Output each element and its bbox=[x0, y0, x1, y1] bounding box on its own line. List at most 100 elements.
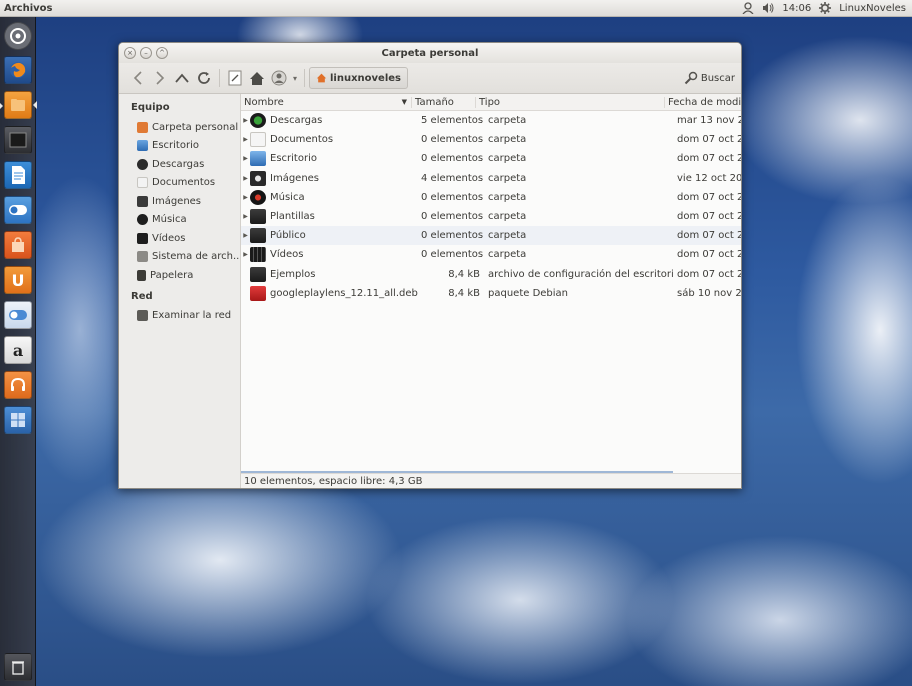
file-date: dom 07 oct 201 bbox=[677, 230, 741, 242]
places-dropdown-icon[interactable]: ▾ bbox=[290, 67, 300, 89]
sidebar-item-browse-network[interactable]: Examinar la red bbox=[119, 307, 240, 326]
network-icon bbox=[137, 310, 148, 322]
sidebar-item-label: Vídeos bbox=[152, 232, 186, 244]
file-type: carpeta bbox=[488, 249, 527, 261]
sidebar-item-videos[interactable]: Vídeos bbox=[119, 229, 240, 248]
edit-location-icon[interactable] bbox=[224, 67, 246, 89]
sidebar-item-documents[interactable]: Documentos bbox=[119, 174, 240, 193]
file-type: carpeta bbox=[488, 153, 527, 165]
clock[interactable]: 14:06 bbox=[782, 3, 811, 14]
trash-icon bbox=[137, 269, 146, 281]
sidebar-item-downloads[interactable]: Descargas bbox=[119, 155, 240, 174]
window-titlebar[interactable]: × – ^ Carpeta personal bbox=[119, 43, 741, 63]
toolbar-separator bbox=[304, 69, 305, 87]
file-date: dom 07 oct 201 bbox=[677, 249, 741, 261]
table-row[interactable]: ▶ Plantillas 0 elementos carpeta dom 07 … bbox=[241, 207, 741, 226]
file-name: Descargas bbox=[270, 115, 323, 127]
public-folder-icon bbox=[250, 228, 266, 244]
table-row[interactable]: googleplaylens_12.11_all.deb 8,4 kB paqu… bbox=[241, 284, 741, 303]
file-type: carpeta bbox=[488, 115, 527, 127]
debian-package-icon bbox=[250, 285, 266, 301]
file-size: 4 elementos bbox=[421, 172, 484, 184]
writer-document-icon[interactable] bbox=[4, 161, 32, 189]
amazon-icon[interactable]: a bbox=[4, 336, 32, 364]
workspace-switcher-icon[interactable] bbox=[4, 406, 32, 434]
dash-home-icon[interactable] bbox=[4, 22, 32, 50]
location-breadcrumb-home[interactable]: linuxnoveles bbox=[309, 67, 408, 89]
file-type: carpeta bbox=[488, 230, 527, 242]
sidebar-item-home[interactable]: Carpeta personal bbox=[119, 118, 240, 137]
file-size: 8,4 kB bbox=[448, 287, 480, 299]
expander-arrow-icon[interactable]: ▶ bbox=[241, 213, 250, 220]
close-button[interactable]: × bbox=[124, 47, 136, 59]
reload-button[interactable] bbox=[193, 67, 215, 89]
file-name-cell: Imágenes bbox=[250, 170, 421, 186]
sidebar-item-filesystem[interactable]: Sistema de arch... bbox=[119, 248, 240, 267]
column-header-name[interactable]: Nombre ▼ bbox=[241, 96, 412, 108]
ubuntu-one-icon[interactable]: U bbox=[4, 266, 32, 294]
file-name: Música bbox=[270, 191, 305, 203]
file-name-cell: Plantillas bbox=[250, 209, 421, 225]
table-row[interactable]: ▶ Descargas 5 elementos carpeta mar 13 n… bbox=[241, 111, 741, 130]
file-size: 0 elementos bbox=[421, 230, 484, 242]
file-size: 0 elementos bbox=[421, 211, 484, 223]
file-name: Plantillas bbox=[270, 211, 315, 223]
user-presence-icon[interactable] bbox=[742, 2, 754, 15]
files-folder-icon[interactable] bbox=[4, 91, 32, 119]
sidebar-item-label: Examinar la red bbox=[152, 310, 232, 322]
sidebar-item-label: Escritorio bbox=[152, 140, 199, 152]
music-headphones-icon[interactable] bbox=[4, 371, 32, 399]
expander-arrow-icon[interactable]: ▶ bbox=[241, 155, 250, 162]
column-header-date[interactable]: Fecha de modif bbox=[665, 97, 741, 108]
file-size: 0 elementos bbox=[421, 191, 484, 203]
volume-icon[interactable] bbox=[762, 2, 774, 14]
table-row[interactable]: ▶ Música 0 elementos carpeta dom 07 oct … bbox=[241, 188, 741, 207]
expander-arrow-icon[interactable]: ▶ bbox=[241, 136, 250, 143]
table-row[interactable]: ▶ Público 0 elementos carpeta dom 07 oct… bbox=[241, 226, 741, 246]
sidebar-item-label: Sistema de arch... bbox=[152, 251, 240, 263]
search-label: Buscar bbox=[700, 72, 735, 84]
back-button[interactable] bbox=[127, 67, 149, 89]
download-icon bbox=[137, 158, 148, 170]
expander-arrow-icon[interactable]: ▶ bbox=[241, 194, 250, 201]
up-button[interactable] bbox=[171, 67, 193, 89]
file-name-cell: Documentos bbox=[250, 132, 421, 148]
table-row[interactable]: ▶ Escritorio 0 elementos carpeta dom 07 … bbox=[241, 149, 741, 168]
column-header-type[interactable]: Tipo bbox=[476, 96, 665, 108]
forward-button[interactable] bbox=[149, 67, 171, 89]
home-icon[interactable] bbox=[246, 67, 268, 89]
window-title: Carpeta personal bbox=[381, 47, 479, 59]
expander-arrow-icon[interactable]: ▶ bbox=[241, 251, 250, 258]
table-row[interactable]: ▶ Vídeos 0 elementos carpeta dom 07 oct … bbox=[241, 245, 741, 264]
file-type: carpeta bbox=[488, 134, 527, 146]
search-button[interactable]: Buscar bbox=[684, 71, 735, 85]
sidebar-item-music[interactable]: Música bbox=[119, 211, 240, 230]
location-label: linuxnoveles bbox=[330, 72, 401, 84]
user-places-icon[interactable] bbox=[268, 67, 290, 89]
settings-toggle-icon[interactable] bbox=[4, 301, 32, 329]
table-row[interactable]: ▶ Imágenes 4 elementos carpeta vie 12 oc… bbox=[241, 169, 741, 188]
user-name[interactable]: LinuxNoveles bbox=[839, 3, 906, 14]
toggle-app-icon[interactable] bbox=[4, 196, 32, 224]
expander-arrow-icon[interactable]: ▶ bbox=[241, 117, 250, 124]
sidebar-item-pictures[interactable]: Imágenes bbox=[119, 192, 240, 211]
table-row[interactable]: ▶ Documentos 0 elementos carpeta dom 07 … bbox=[241, 130, 741, 149]
launcher: U a bbox=[0, 17, 37, 686]
sidebar-item-trash[interactable]: Papelera bbox=[119, 266, 240, 285]
indicator-area: 14:06 LinuxNoveles bbox=[742, 2, 906, 15]
expander-arrow-icon[interactable]: ▶ bbox=[241, 175, 250, 182]
column-header-size[interactable]: Tamaño bbox=[412, 96, 476, 108]
download-folder-icon bbox=[250, 113, 266, 129]
table-row[interactable]: Ejemplos 8,4 kB archivo de configuración… bbox=[241, 265, 741, 284]
expander-arrow-icon[interactable]: ▶ bbox=[241, 232, 250, 239]
software-center-icon[interactable] bbox=[4, 231, 32, 259]
trash-icon[interactable] bbox=[4, 653, 32, 681]
firefox-icon[interactable] bbox=[4, 56, 32, 84]
terminal-icon[interactable] bbox=[4, 126, 32, 154]
app-menu-title[interactable]: Archivos bbox=[4, 3, 53, 14]
sidebar-item-desktop[interactable]: Escritorio bbox=[119, 137, 240, 156]
sidebar-item-label: Música bbox=[152, 214, 187, 226]
maximize-button[interactable]: ^ bbox=[156, 47, 168, 59]
minimize-button[interactable]: – bbox=[140, 47, 152, 59]
gear-icon[interactable] bbox=[819, 2, 832, 14]
